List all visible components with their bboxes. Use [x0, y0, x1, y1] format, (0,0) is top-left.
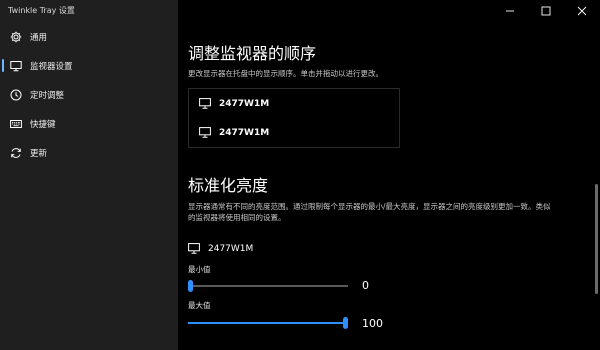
min-brightness-label: 最小值	[188, 265, 211, 274]
close-button[interactable]	[564, 0, 600, 22]
gear-icon	[10, 31, 22, 43]
monitor-icon	[199, 127, 211, 138]
monitor-icon	[188, 243, 200, 254]
minimize-button[interactable]	[492, 0, 528, 22]
sidebar-item-general[interactable]: 通用	[0, 22, 178, 51]
sidebar-item-label: 快捷键	[30, 119, 56, 130]
max-brightness-value: 100	[362, 317, 383, 330]
app-title: Twinkle Tray 设置	[8, 6, 75, 15]
sidebar-item-monitor-settings[interactable]: 监视器设置	[0, 51, 178, 80]
reorder-description: 更改显示器在托盘中的显示顺序。单击并拖动以进行更改。	[188, 69, 383, 78]
slider-thumb[interactable]	[343, 317, 348, 329]
sidebar-item-schedule[interactable]: 定时调整	[0, 80, 178, 109]
sidebar-item-label: 更新	[30, 148, 48, 159]
min-brightness-slider[interactable]	[188, 280, 348, 292]
sidebar-item-hotkeys[interactable]: 快捷键	[0, 109, 178, 138]
monitor-order-item[interactable]: 2477W1M	[189, 118, 399, 147]
sidebar-item-label: 监视器设置	[30, 61, 73, 72]
main-content: 调整监视器的顺序 更改显示器在托盘中的显示顺序。单击并拖动以进行更改。 2477…	[178, 0, 600, 350]
slider-thumb[interactable]	[188, 280, 193, 292]
slider-fill	[188, 322, 346, 324]
max-brightness-slider[interactable]	[188, 317, 348, 329]
monitor-name: 2477W1M	[219, 98, 270, 109]
normalize-description-line2: 的监视器将使用相同的设置。	[188, 213, 286, 222]
max-brightness-label: 最大值	[188, 301, 211, 310]
monitor-icon	[10, 60, 22, 72]
normalize-monitor-header: 2477W1M	[188, 243, 253, 254]
maximize-icon	[541, 6, 551, 16]
sidebar: Twinkle Tray 设置 通用 监视器设置 定时调整 快捷键 更新	[0, 0, 178, 350]
scrollbar[interactable]	[595, 184, 598, 294]
monitor-order-item[interactable]: 2477W1M	[189, 89, 399, 118]
maximize-button[interactable]	[528, 0, 564, 22]
normalize-title: 标准化亮度	[188, 176, 269, 195]
reorder-title: 调整监视器的顺序	[188, 44, 317, 63]
window-controls	[492, 0, 600, 22]
refresh-icon	[10, 147, 22, 159]
monitor-order-list: 2477W1M 2477W1M	[188, 88, 400, 148]
sidebar-nav: 通用 监视器设置 定时调整 快捷键 更新	[0, 22, 178, 167]
monitor-name: 2477W1M	[219, 127, 270, 138]
clock-icon	[10, 89, 22, 101]
monitor-name: 2477W1M	[208, 243, 254, 254]
monitor-icon	[199, 98, 211, 109]
slider-track	[188, 285, 348, 287]
minimize-icon	[506, 10, 514, 12]
keyboard-icon	[10, 118, 22, 130]
sidebar-item-label: 定时调整	[30, 90, 65, 101]
min-brightness-value: 0	[362, 279, 369, 292]
sidebar-item-updates[interactable]: 更新	[0, 138, 178, 167]
sidebar-item-label: 通用	[30, 32, 48, 43]
close-icon	[577, 6, 587, 16]
